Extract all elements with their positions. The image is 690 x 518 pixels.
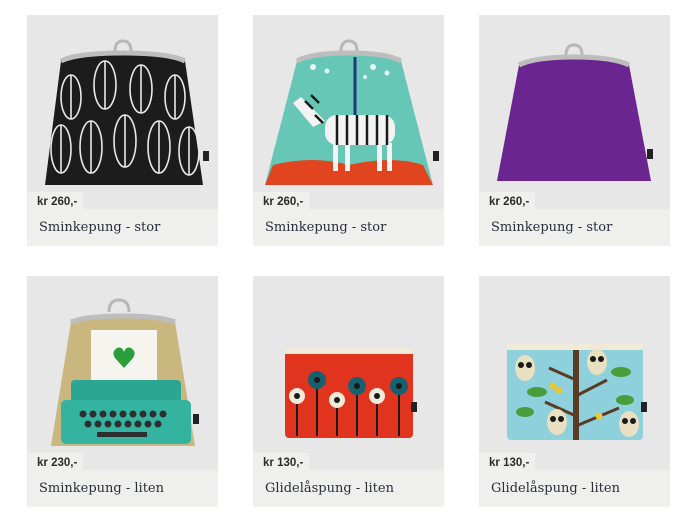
product-image-zebra-purse[interactable] — [253, 15, 444, 209]
product-title[interactable]: Glidelåspung - liten — [491, 481, 620, 496]
product-image-purple-purse[interactable] — [479, 15, 670, 209]
product-image-leaves-purse[interactable] — [27, 15, 218, 209]
product-price: kr 130,- — [479, 453, 536, 473]
product-image-flowers-zipper-pouch[interactable] — [253, 276, 444, 470]
product-card[interactable]: kr 130,- Glidelåspung - liten — [479, 276, 670, 507]
product-card[interactable]: kr 260,- Sminkepung - stor — [253, 15, 444, 246]
product-price: kr 260,- — [253, 192, 310, 212]
product-title[interactable]: Sminkepung - stor — [265, 220, 386, 235]
product-title[interactable]: Sminkepung - stor — [39, 220, 160, 235]
product-card[interactable]: kr 260,- Sminkepung - stor — [479, 15, 670, 246]
product-price: kr 260,- — [479, 192, 536, 212]
product-card[interactable]: kr 230,- Sminkepung - liten — [27, 276, 218, 507]
product-price: kr 130,- — [253, 453, 310, 473]
product-card[interactable]: kr 130,- Glidelåspung - liten — [253, 276, 444, 507]
product-card[interactable]: kr 260,- Sminkepung - stor — [27, 15, 218, 246]
product-title[interactable]: Sminkepung - stor — [491, 220, 612, 235]
product-title[interactable]: Sminkepung - liten — [39, 481, 164, 496]
product-price: kr 230,- — [27, 453, 84, 473]
product-image-typewriter-purse[interactable] — [27, 276, 218, 470]
product-price: kr 260,- — [27, 192, 84, 212]
product-title[interactable]: Glidelåspung - liten — [265, 481, 394, 496]
product-image-owls-zipper-pouch[interactable] — [479, 276, 670, 470]
